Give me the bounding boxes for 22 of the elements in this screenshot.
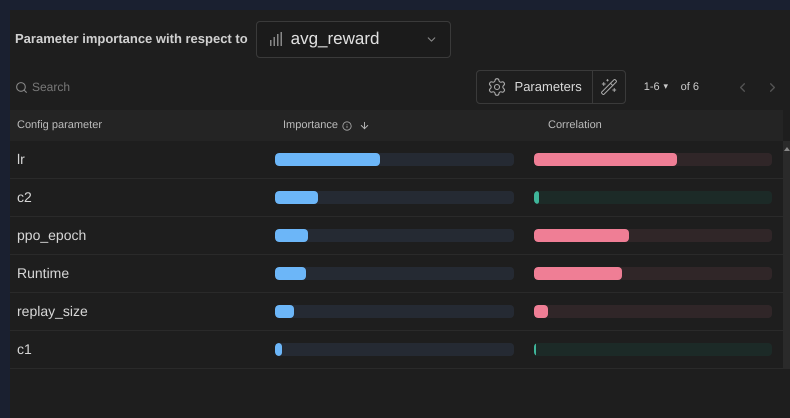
parameter-name: c1: [16, 340, 33, 359]
parameter-name: lr: [16, 150, 26, 169]
search-icon: [15, 80, 28, 94]
column-header: Correlation: [547, 118, 602, 134]
parameter-name: ppo_epoch: [16, 226, 88, 245]
settings-icon: [486, 77, 507, 97]
info-icon: [342, 120, 352, 130]
page-range-dropdown[interactable]: 1-6 ▾: [644, 78, 669, 96]
sort-descending-icon[interactable]: [359, 120, 370, 131]
parameter-name: Runtime: [16, 264, 70, 283]
magic-wand-icon: [600, 78, 618, 96]
header-label: Parameter importance with respect to: [15, 30, 248, 48]
column-header: Config parameter: [16, 118, 103, 134]
scroll-up-icon: [784, 147, 790, 151]
bar-chart-icon: [268, 32, 283, 46]
scrollbar[interactable]: [783, 141, 790, 369]
page-total: of 6: [680, 80, 699, 95]
column-header: Importance: [283, 118, 338, 134]
parameter-name: c2: [16, 188, 33, 207]
search-field[interactable]: Search: [32, 78, 182, 96]
metric-dropdown[interactable]: avg_reward: [256, 20, 451, 58]
parameter-name: replay_size: [16, 302, 89, 321]
